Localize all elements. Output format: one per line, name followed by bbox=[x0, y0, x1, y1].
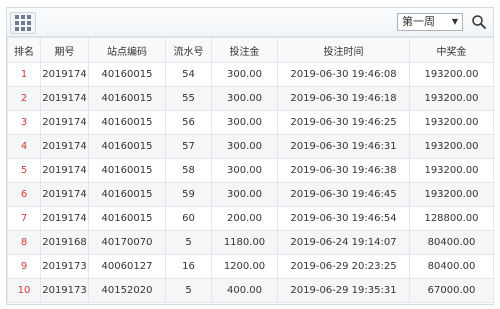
cell-prize-amount: 193200.00 bbox=[409, 86, 494, 111]
cell-serial: 56 bbox=[165, 110, 212, 135]
cell-serial: 16 bbox=[165, 254, 212, 279]
period-select-value: 第一周 bbox=[402, 15, 435, 28]
cell-bet-time: 2019-06-30 19:46:45 bbox=[277, 182, 410, 207]
column-header-rank[interactable]: 排名 bbox=[7, 37, 41, 63]
cell-issue: 2019173 bbox=[40, 278, 89, 303]
cell-site-code: 40152020 bbox=[88, 278, 166, 303]
data-panel: 第一周 ▼ 排名 期号 站点编码 流水号 投注金 投注时间 中奖金 1 2019174 4016… bbox=[6, 7, 494, 305]
cell-rank: 2 bbox=[7, 86, 41, 111]
cell-site-code: 40160015 bbox=[88, 62, 166, 87]
table-row[interactable]: 3 2019174 40160015 56 300.00 2019-06-30 19:46… bbox=[7, 110, 494, 135]
cell-bet-amount: 300.00 bbox=[211, 62, 278, 87]
cell-bet-amount: 300.00 bbox=[211, 182, 278, 207]
table-row[interactable]: 9 2019173 40060127 16 1200.00 2019-06-29 20:2… bbox=[7, 254, 494, 279]
column-header-bet-amount[interactable]: 投注金 bbox=[211, 37, 278, 63]
cell-bet-amount: 200.00 bbox=[211, 206, 278, 231]
cell-bet-amount: 1200.00 bbox=[211, 254, 278, 279]
cell-bet-time: 2019-06-30 19:46:18 bbox=[277, 86, 410, 111]
cell-serial: 59 bbox=[165, 182, 212, 207]
cell-serial: 54 bbox=[165, 62, 212, 87]
table-row[interactable]: 1 2019174 40160015 54 300.00 2019-06-30 19:46… bbox=[7, 62, 494, 87]
cell-rank: 9 bbox=[7, 254, 41, 279]
column-header-prize-amount[interactable]: 中奖金 bbox=[409, 37, 494, 63]
cell-serial: 5 bbox=[165, 230, 212, 255]
cell-bet-time: 2019-06-24 19:14:07 bbox=[277, 230, 410, 255]
cell-issue: 2019174 bbox=[40, 86, 89, 111]
cell-prize-amount: 193200.00 bbox=[409, 110, 494, 135]
cell-prize-amount: 80400.00 bbox=[409, 230, 494, 255]
cell-bet-amount: 300.00 bbox=[211, 110, 278, 135]
cell-issue: 2019174 bbox=[40, 134, 89, 159]
table-body: 1 2019174 40160015 54 300.00 2019-06-30 19:46… bbox=[7, 62, 494, 303]
cell-prize-amount: 80400.00 bbox=[409, 254, 494, 279]
cell-serial: 57 bbox=[165, 134, 212, 159]
cell-rank: 6 bbox=[7, 182, 41, 207]
cell-bet-amount: 300.00 bbox=[211, 86, 278, 111]
cell-site-code: 40160015 bbox=[88, 110, 166, 135]
cell-issue: 2019174 bbox=[40, 110, 89, 135]
table-row[interactable]: 2 2019174 40160015 55 300.00 2019-06-30 19:46… bbox=[7, 86, 494, 111]
grid-menu-icon[interactable] bbox=[10, 12, 36, 34]
cell-rank: 7 bbox=[7, 206, 41, 231]
cell-bet-amount: 300.00 bbox=[211, 134, 278, 159]
table-row[interactable]: 7 2019174 40160015 60 200.00 2019-06-30 19:46… bbox=[7, 206, 494, 231]
column-header-bet-time[interactable]: 投注时间 bbox=[277, 37, 410, 63]
cell-issue: 2019174 bbox=[40, 62, 89, 87]
column-header-issue[interactable]: 期号 bbox=[40, 37, 89, 63]
cell-rank: 10 bbox=[7, 278, 41, 303]
cell-serial: 5 bbox=[165, 278, 212, 303]
table-row[interactable]: 5 2019174 40160015 58 300.00 2019-06-30 19:46… bbox=[7, 158, 494, 183]
cell-bet-time: 2019-06-30 19:46:54 bbox=[277, 206, 410, 231]
cell-prize-amount: 128800.00 bbox=[409, 206, 494, 231]
cell-prize-amount: 193200.00 bbox=[409, 182, 494, 207]
table-row[interactable]: 8 2019168 40170070 5 1180.00 2019-06-24 19:14… bbox=[7, 230, 494, 255]
cell-issue: 2019174 bbox=[40, 206, 89, 231]
cell-issue: 2019168 bbox=[40, 230, 89, 255]
cell-rank: 8 bbox=[7, 230, 41, 255]
cell-prize-amount: 193200.00 bbox=[409, 134, 494, 159]
cell-site-code: 40160015 bbox=[88, 86, 166, 111]
cell-issue: 2019174 bbox=[40, 158, 89, 183]
cell-site-code: 40060127 bbox=[88, 254, 166, 279]
cell-site-code: 40170070 bbox=[88, 230, 166, 255]
cell-bet-time: 2019-06-30 19:46:25 bbox=[277, 110, 410, 135]
cell-bet-amount: 400.00 bbox=[211, 278, 278, 303]
chevron-down-icon: ▼ bbox=[451, 17, 458, 26]
results-table: 排名 期号 站点编码 流水号 投注金 投注时间 中奖金 1 2019174 40160015 54… bbox=[7, 37, 494, 303]
cell-rank: 5 bbox=[7, 158, 41, 183]
table-row[interactable]: 10 2019173 40152020 5 400.00 2019-06-29 19:35… bbox=[7, 278, 494, 303]
cell-issue: 2019174 bbox=[40, 182, 89, 207]
cell-site-code: 40160015 bbox=[88, 134, 166, 159]
cell-prize-amount: 67000.00 bbox=[409, 278, 494, 303]
toolbar: 第一周 ▼ bbox=[7, 8, 493, 37]
cell-bet-time: 2019-06-29 20:23:25 bbox=[277, 254, 410, 279]
column-header-site-code[interactable]: 站点编码 bbox=[88, 37, 166, 63]
cell-issue: 2019173 bbox=[40, 254, 89, 279]
cell-bet-time: 2019-06-30 19:46:08 bbox=[277, 62, 410, 87]
column-header-serial[interactable]: 流水号 bbox=[165, 37, 212, 63]
period-select[interactable]: 第一周 ▼ bbox=[397, 13, 463, 31]
cell-bet-time: 2019-06-30 19:46:38 bbox=[277, 158, 410, 183]
cell-bet-amount: 300.00 bbox=[211, 158, 278, 183]
table-wrapper: 排名 期号 站点编码 流水号 投注金 投注时间 中奖金 1 2019174 40160015 54… bbox=[7, 37, 494, 303]
cell-rank: 4 bbox=[7, 134, 41, 159]
cell-bet-time: 2019-06-29 19:35:31 bbox=[277, 278, 410, 303]
cell-site-code: 40160015 bbox=[88, 206, 166, 231]
cell-serial: 58 bbox=[165, 158, 212, 183]
cell-serial: 55 bbox=[165, 86, 212, 111]
cell-serial: 60 bbox=[165, 206, 212, 231]
cell-site-code: 40160015 bbox=[88, 158, 166, 183]
cell-prize-amount: 193200.00 bbox=[409, 158, 494, 183]
table-row[interactable]: 4 2019174 40160015 57 300.00 2019-06-30 19:46… bbox=[7, 134, 494, 159]
table-header-row: 排名 期号 站点编码 流水号 投注金 投注时间 中奖金 bbox=[7, 37, 494, 63]
table-row[interactable]: 6 2019174 40160015 59 300.00 2019-06-30 19:46… bbox=[7, 182, 494, 207]
cell-bet-amount: 1180.00 bbox=[211, 230, 278, 255]
cell-bet-time: 2019-06-30 19:46:31 bbox=[277, 134, 410, 159]
cell-rank: 3 bbox=[7, 110, 41, 135]
cell-prize-amount: 193200.00 bbox=[409, 62, 494, 87]
search-icon[interactable] bbox=[471, 14, 487, 30]
cell-site-code: 40160015 bbox=[88, 182, 166, 207]
cell-rank: 1 bbox=[7, 62, 41, 87]
